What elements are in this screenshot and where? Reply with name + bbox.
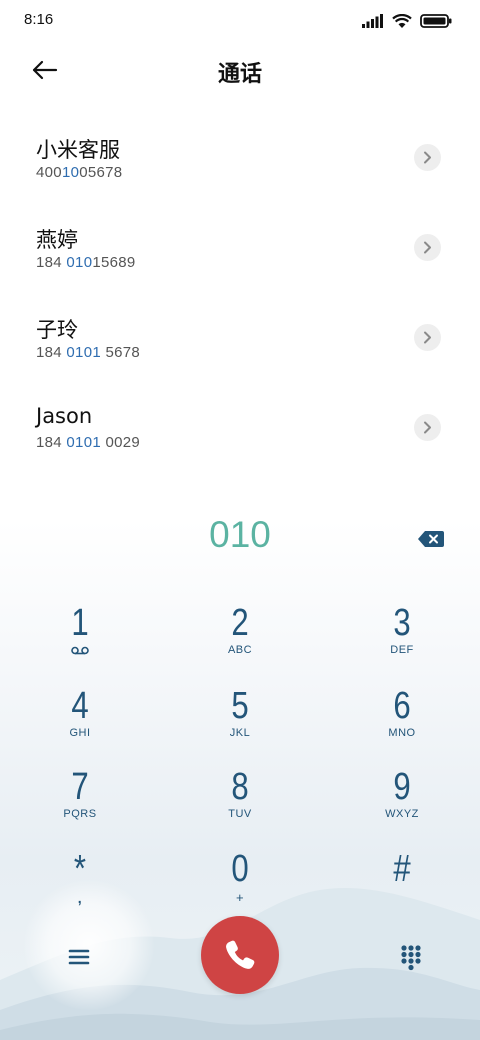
backspace-button[interactable] xyxy=(417,528,445,550)
key-1[interactable]: 1 xyxy=(20,598,140,670)
contact-name: Jason xyxy=(36,404,93,428)
dialpad-toggle-button[interactable] xyxy=(396,942,426,972)
page-title: 通话 xyxy=(217,62,262,87)
key-hash[interactable]: # xyxy=(342,844,462,916)
key-digit: * xyxy=(73,848,87,890)
key-digit: 6 xyxy=(393,685,411,727)
wifi-icon xyxy=(392,13,412,28)
bottom-bar xyxy=(0,912,480,1002)
key-digit: 1 xyxy=(71,602,89,644)
chevron-right-icon xyxy=(424,151,431,164)
dialpad-icon xyxy=(401,945,421,971)
header: 通话 xyxy=(0,46,480,94)
contact-item[interactable]: 子玲 184 0101 5678 xyxy=(0,300,480,390)
key-2[interactable]: 2 ABC xyxy=(180,598,300,670)
key-9[interactable]: 9 WXYZ xyxy=(342,762,462,834)
contact-name: 小米客服 xyxy=(36,138,120,162)
key-8[interactable]: 8 TUV xyxy=(180,762,300,834)
signal-icon xyxy=(362,14,383,28)
contact-list: 小米客服 4001005678 燕婷 184 01015689 子玲 184 0… xyxy=(0,120,480,480)
contact-detail-button[interactable] xyxy=(414,324,441,351)
status-bar: 8:16 xyxy=(0,0,480,42)
key-digit: 9 xyxy=(393,766,411,808)
battery-icon xyxy=(420,14,452,28)
status-icons xyxy=(362,12,452,30)
chevron-right-icon xyxy=(424,241,431,254)
contact-name: 子玲 xyxy=(36,318,78,342)
chevron-right-icon xyxy=(424,331,431,344)
key-digit: # xyxy=(393,848,411,890)
status-time: 8:16 xyxy=(24,11,54,28)
key-4[interactable]: 4 GHI xyxy=(20,681,140,753)
key-digit: 0 xyxy=(231,848,249,890)
phone-icon xyxy=(226,940,255,969)
contact-name: 燕婷 xyxy=(36,228,78,252)
contact-item[interactable]: Jason 184 0101 0029 xyxy=(0,390,480,480)
contact-number: 184 0101 0029 xyxy=(36,434,141,451)
menu-icon xyxy=(68,949,90,965)
key-digit: 3 xyxy=(393,602,411,644)
menu-button[interactable] xyxy=(64,944,94,970)
dialed-number: 010 xyxy=(209,514,271,555)
key-digit: 7 xyxy=(71,766,89,808)
key-digit: 2 xyxy=(231,602,249,644)
contact-detail-button[interactable] xyxy=(414,144,441,171)
contact-number: 4001005678 xyxy=(36,164,123,181)
contact-item[interactable]: 燕婷 184 01015689 xyxy=(0,210,480,300)
key-7[interactable]: 7 PQRS xyxy=(20,762,140,834)
contact-number: 184 01015689 xyxy=(36,254,136,271)
chevron-right-icon xyxy=(424,421,431,434)
key-digit: 4 xyxy=(71,685,89,727)
key-3[interactable]: 3 DEF xyxy=(342,598,462,670)
contact-item[interactable]: 小米客服 4001005678 xyxy=(0,120,480,210)
dial-display: 010 xyxy=(0,514,480,566)
key-5[interactable]: 5 JKL xyxy=(180,681,300,753)
backspace-icon xyxy=(418,531,444,547)
contact-detail-button[interactable] xyxy=(414,414,441,441)
key-0[interactable]: 0 + xyxy=(180,844,300,916)
key-star[interactable]: * , xyxy=(20,844,140,916)
contact-detail-button[interactable] xyxy=(414,234,441,261)
key-digit: 8 xyxy=(231,766,249,808)
call-button[interactable] xyxy=(201,916,279,994)
contact-number: 184 0101 5678 xyxy=(36,344,141,361)
key-6[interactable]: 6 MNO xyxy=(342,681,462,753)
key-digit: 5 xyxy=(231,685,249,727)
